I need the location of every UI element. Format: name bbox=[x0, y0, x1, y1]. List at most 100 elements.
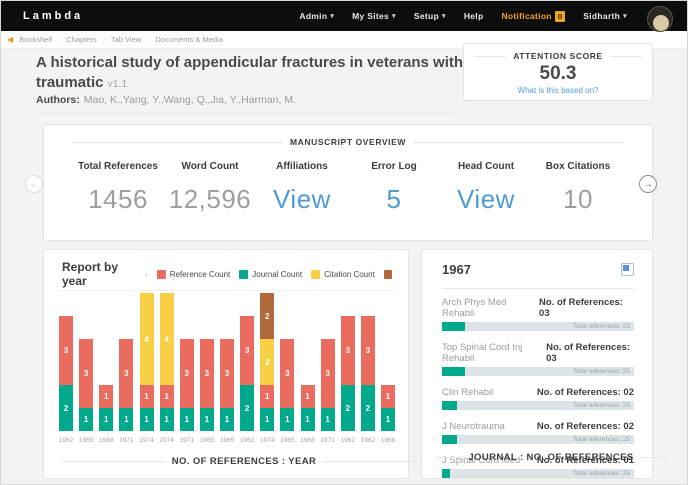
bar-segment[interactable]: 4 bbox=[160, 293, 174, 385]
legend-prev-icon[interactable]: ‹ bbox=[145, 270, 148, 279]
stacked-bar[interactable]: 13 bbox=[321, 339, 335, 431]
bar-segment[interactable]: 1 bbox=[200, 408, 214, 431]
legend-item-journal-count[interactable]: Journal Count bbox=[239, 270, 302, 279]
references-progress-track: Total references: 25 bbox=[442, 469, 634, 478]
stacked-bar[interactable]: 1 1 4 bbox=[140, 293, 154, 431]
nav-items: Admin▾ My Sites▾ Setup▾ Help Notification0 Si… bbox=[299, 0, 673, 32]
bar-segment[interactable]: 3 bbox=[341, 316, 355, 385]
journal-list-item: Top Spinal Cord Inj RehabilNo. of Refere… bbox=[442, 342, 634, 376]
legend-swatch-icon bbox=[311, 270, 320, 279]
bar-segment[interactable]: 1 bbox=[79, 408, 93, 431]
stacked-bar[interactable]: 1122 bbox=[260, 293, 274, 431]
bar-segment[interactable]: 1 bbox=[140, 408, 154, 431]
bar-segment[interactable]: 1 bbox=[99, 385, 113, 408]
nav-item-my-sites[interactable]: My Sites▾ bbox=[352, 11, 396, 21]
legend-item-reference-count[interactable]: Reference Count bbox=[157, 270, 230, 279]
bar-segment[interactable]: 1 bbox=[321, 408, 335, 431]
stacked-bar[interactable]: 13 bbox=[220, 339, 234, 431]
stacked-bar[interactable]: 11 bbox=[99, 385, 113, 431]
bar-segment[interactable]: 1 bbox=[280, 408, 294, 431]
bar-value-label: 1 bbox=[144, 415, 148, 424]
bar-segment[interactable]: 3 bbox=[59, 316, 73, 385]
bar-column: 131965 bbox=[199, 291, 215, 453]
nav-item-notification[interactable]: Notification0 bbox=[501, 11, 565, 22]
bar-segment[interactable]: 1 bbox=[160, 408, 174, 431]
bar-segment[interactable]: 2 bbox=[260, 293, 274, 339]
bar-value-label: 1 bbox=[104, 415, 108, 424]
bar-segment[interactable]: 1 bbox=[99, 408, 113, 431]
stat-label: Error Log bbox=[348, 161, 440, 172]
bar-segment[interactable]: 3 bbox=[119, 339, 133, 408]
stacked-bar[interactable]: 13 bbox=[200, 339, 214, 431]
bar-value-label: 2 bbox=[245, 404, 249, 413]
bar-segment[interactable]: 3 bbox=[361, 316, 375, 385]
breadcrumb-item[interactable]: Bookshelf bbox=[19, 35, 52, 44]
total-references-label: Total references: 25 bbox=[573, 470, 630, 477]
bar-segment[interactable]: 2 bbox=[361, 385, 375, 431]
breadcrumb-item[interactable]: Tab View bbox=[111, 35, 141, 44]
chevron-down-icon: ▾ bbox=[392, 12, 396, 20]
stat-value[interactable]: View bbox=[256, 184, 348, 215]
stacked-bar[interactable]: 13 bbox=[119, 339, 133, 431]
stacked-bar[interactable]: 11 bbox=[301, 385, 315, 431]
bar-segment[interactable]: 3 bbox=[280, 339, 294, 408]
bar-segment[interactable]: 4 bbox=[140, 293, 154, 385]
bar-segment[interactable]: 3 bbox=[321, 339, 335, 408]
chevron-down-icon: ▾ bbox=[330, 12, 334, 20]
bar-column: 131965 bbox=[279, 291, 295, 453]
bar-segment[interactable]: 1 bbox=[180, 408, 194, 431]
bar-segment[interactable]: 2 bbox=[260, 339, 274, 385]
bar-segment[interactable]: 1 bbox=[301, 408, 315, 431]
bar-segment[interactable]: 2 bbox=[240, 385, 254, 431]
bar-segment[interactable]: 1 bbox=[140, 385, 154, 408]
bar-segment[interactable]: 2 bbox=[59, 385, 73, 431]
nav-item-sidharth[interactable]: Sidharth▾ bbox=[583, 11, 627, 21]
bar-column: 231962 bbox=[360, 291, 376, 453]
stat-label: Head Count bbox=[440, 161, 532, 172]
breadcrumb-item[interactable]: Chapters bbox=[66, 35, 96, 44]
carousel-prev-button[interactable]: ← bbox=[25, 175, 43, 193]
bar-value-label: 1 bbox=[285, 415, 289, 424]
bar-segment[interactable]: 1 bbox=[301, 385, 315, 408]
nav-item-setup[interactable]: Setup▾ bbox=[414, 11, 446, 21]
references-progress-fill bbox=[442, 401, 457, 410]
legend-item[interactable] bbox=[384, 270, 392, 279]
nav-item-help[interactable]: Help bbox=[464, 11, 484, 21]
stacked-bar[interactable]: 23 bbox=[361, 316, 375, 431]
bar-segment[interactable]: 3 bbox=[240, 316, 254, 385]
stacked-bar[interactable]: 11 bbox=[381, 385, 395, 431]
stacked-bar[interactable]: 23 bbox=[59, 316, 73, 431]
bar-segment[interactable]: 1 bbox=[160, 385, 174, 408]
nav-item-admin[interactable]: Admin▾ bbox=[299, 11, 334, 21]
stacked-bar[interactable]: 114 bbox=[160, 293, 174, 431]
stacked-bar[interactable]: 23 bbox=[341, 316, 355, 431]
stacked-bar[interactable]: 23 bbox=[240, 316, 254, 431]
legend-item-citation-count[interactable]: Citation Count bbox=[311, 270, 375, 279]
brand-logo[interactable]: Lambda bbox=[23, 10, 83, 22]
bar-segment[interactable]: 1 bbox=[260, 385, 274, 408]
bar-segment[interactable]: 3 bbox=[220, 339, 234, 408]
bar-segment[interactable]: 1 bbox=[220, 408, 234, 431]
breadcrumb-item[interactable]: Documents & Media bbox=[155, 35, 223, 44]
bar-segment[interactable]: 1 bbox=[260, 408, 274, 431]
stat-value[interactable]: View bbox=[440, 184, 532, 215]
stacked-bar[interactable]: 13 bbox=[79, 339, 93, 431]
carousel-next-button[interactable]: → bbox=[639, 175, 657, 193]
bar-segment[interactable]: 3 bbox=[79, 339, 93, 408]
bar-segment[interactable]: 2 bbox=[341, 385, 355, 431]
avatar[interactable] bbox=[647, 6, 673, 32]
journal-caption: JOURNAL : NO. OF REFERENCES bbox=[436, 452, 666, 463]
bar-value-label: 4 bbox=[144, 335, 148, 344]
bar-segment[interactable]: 1 bbox=[119, 408, 133, 431]
stat-value[interactable]: 5 bbox=[348, 184, 440, 215]
back-arrow-icon[interactable]: ◀ bbox=[7, 36, 13, 44]
bar-segment[interactable]: 1 bbox=[381, 408, 395, 431]
bar-segment[interactable]: 3 bbox=[200, 339, 214, 408]
nav-item-label: Sidharth bbox=[583, 11, 620, 21]
window-restore-icon[interactable] bbox=[621, 263, 634, 276]
stacked-bar[interactable]: 13 bbox=[280, 339, 294, 431]
bar-segment[interactable]: 3 bbox=[180, 339, 194, 408]
attention-info-link[interactable]: What is this based on? bbox=[518, 86, 599, 95]
bar-segment[interactable]: 1 bbox=[381, 385, 395, 408]
stacked-bar[interactable]: 13 bbox=[180, 339, 194, 431]
